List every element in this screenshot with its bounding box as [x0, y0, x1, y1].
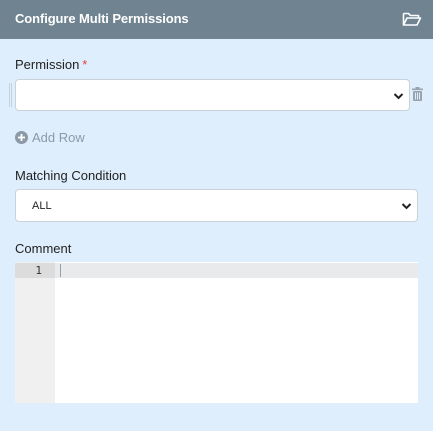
permission-label: Permission *	[15, 57, 87, 72]
permission-select[interactable]	[15, 79, 410, 111]
panel-title: Configure Multi Permissions	[15, 11, 189, 26]
add-row-label: Add Row	[32, 130, 85, 145]
chevron-down-icon	[393, 93, 404, 100]
trash-icon[interactable]	[412, 87, 423, 101]
configure-multi-permissions-panel: Configure Multi Permissions Permission * …	[0, 0, 433, 431]
active-line-highlight	[15, 263, 418, 278]
drag-handle-icon[interactable]	[9, 83, 12, 107]
folder-open-icon[interactable]	[402, 10, 422, 28]
panel-header: Configure Multi Permissions	[0, 0, 433, 39]
matching-condition-label: Matching Condition	[15, 168, 127, 183]
matching-condition-select[interactable]: ALL	[15, 189, 418, 222]
line-number: 1	[35, 264, 42, 277]
permission-label-text: Permission	[15, 57, 80, 72]
comment-editor[interactable]: 1	[15, 262, 418, 403]
required-marker: *	[82, 57, 88, 72]
comment-label: Comment	[15, 241, 72, 256]
matching-condition-value: ALL	[32, 200, 52, 212]
text-cursor	[60, 264, 61, 277]
editor-gutter	[15, 262, 55, 403]
chevron-down-icon	[401, 203, 412, 210]
plus-circle-icon	[15, 131, 28, 144]
